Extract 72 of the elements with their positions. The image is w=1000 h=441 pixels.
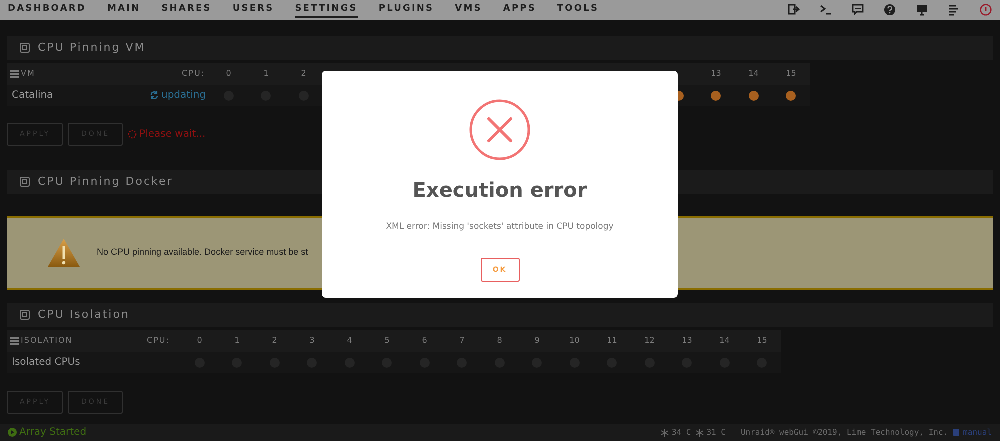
column-header: 9: [534, 336, 540, 345]
status-text: updating: [162, 89, 206, 103]
nav-tab[interactable]: MAIN: [108, 2, 141, 18]
column-header: 11: [607, 336, 618, 345]
section-title: CPU Pinning Docker: [38, 174, 174, 190]
spinner-icon: [128, 130, 138, 139]
nav-tab[interactable]: SETTINGS: [295, 2, 358, 18]
column-header: 0: [197, 336, 202, 345]
nav-tab[interactable]: DASHBOARD: [8, 2, 86, 18]
book-icon: [952, 428, 960, 436]
column-header: 8: [497, 336, 502, 345]
column-header: ISOLATION: [21, 335, 73, 347]
play-icon: [8, 428, 17, 437]
column-header: 0: [226, 69, 232, 78]
processor-icon: [20, 43, 30, 53]
column-header: 7: [460, 336, 465, 345]
column-header: VM: [21, 68, 36, 80]
column-header: 1: [234, 336, 240, 345]
modal-title: Execution error: [412, 177, 588, 204]
refresh-icon: [150, 91, 159, 100]
terminal-icon[interactable]: [820, 4, 832, 16]
column-header: CPU:: [147, 336, 170, 345]
nav-tab[interactable]: APPS: [503, 2, 536, 18]
error-icon: [469, 99, 531, 161]
help-icon[interactable]: [884, 4, 896, 16]
column-header: 14: [720, 336, 730, 345]
cpu-toggle[interactable]: [786, 90, 796, 100]
column-header: 15: [786, 69, 796, 78]
column-header: CPU:: [182, 69, 205, 78]
row-label: Isolated CPUs: [12, 357, 80, 368]
snowflake-icon: [661, 428, 670, 436]
column-header: 13: [711, 69, 722, 78]
nav-tab[interactable]: SHARES: [162, 2, 212, 18]
notice-text: No CPU pinning available. Docker service must be st: [97, 246, 308, 260]
column-header: 2: [301, 69, 306, 78]
column-header: 2: [272, 336, 278, 345]
status-message: Please wait...: [140, 128, 206, 142]
logout-icon[interactable]: [788, 4, 800, 16]
column-header: 14: [748, 69, 759, 78]
modal-message: XML error: Missing 'sockets' attribute in CPU topology: [386, 221, 614, 234]
temperature: 34 C: [672, 426, 692, 438]
vm-name: Catalina: [12, 90, 54, 101]
column-header: 3: [310, 336, 315, 345]
column-header: 15: [757, 336, 768, 345]
column-header: 5: [384, 336, 390, 345]
nav-tab[interactable]: VMS: [455, 2, 482, 18]
power-icon[interactable]: [980, 4, 992, 16]
processor-icon: [20, 310, 30, 320]
array-status: Array Started: [20, 426, 87, 440]
copyright-text: Unraid® webGui ©2019, Lime Technology, Inc.: [740, 426, 948, 438]
list-icon: [10, 70, 18, 78]
column-header: 13: [682, 336, 692, 345]
nav-tab[interactable]: PLUGINS: [378, 2, 434, 18]
column-header: 4: [347, 336, 352, 345]
column-header: 12: [644, 336, 655, 345]
snowflake-icon: [696, 428, 704, 436]
section-title: CPU Pinning VM: [38, 40, 146, 56]
monitor-icon[interactable]: [916, 4, 928, 16]
section-title: CPU Isolation: [38, 306, 130, 323]
processor-icon: [20, 177, 30, 187]
temperature: 31 C: [706, 426, 726, 438]
nav-tab[interactable]: USERS: [232, 2, 274, 18]
nav-tab[interactable]: TOOLS: [557, 2, 600, 18]
log-icon[interactable]: [948, 4, 960, 16]
column-header: 10: [570, 336, 580, 345]
column-header: 1: [264, 69, 269, 78]
cpu-toggle[interactable]: [748, 90, 759, 100]
warning-icon: [47, 238, 81, 268]
chat-icon[interactable]: [852, 4, 864, 16]
column-header: 6: [422, 336, 428, 345]
list-icon: [10, 337, 18, 345]
cpu-toggle[interactable]: [711, 90, 722, 100]
